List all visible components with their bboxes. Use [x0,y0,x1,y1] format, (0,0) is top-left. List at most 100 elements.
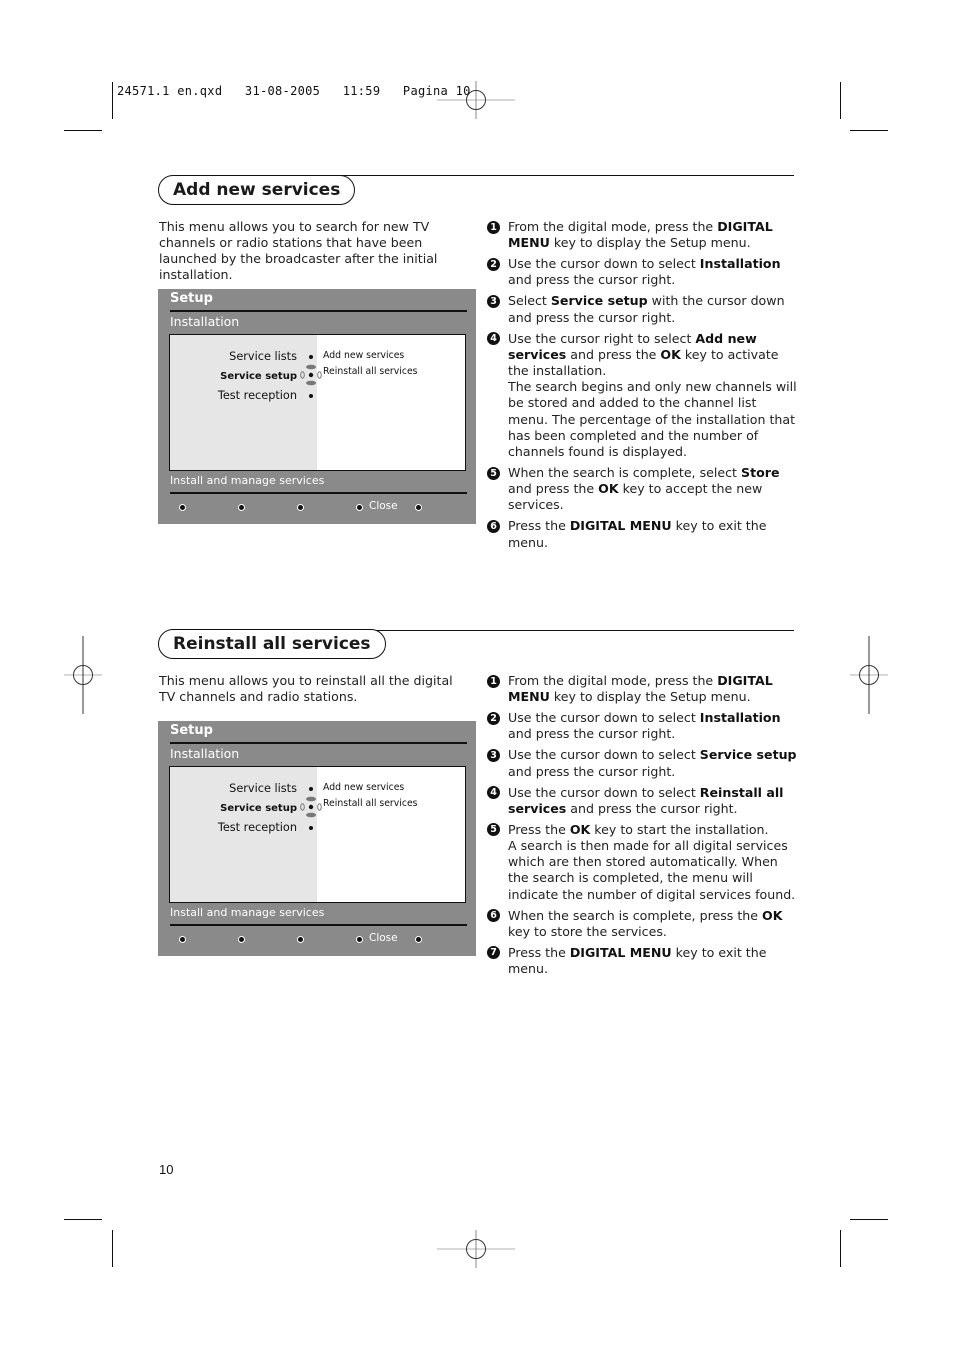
page-number: 10 [159,1162,174,1177]
menu-button-dot-icon[interactable] [238,504,245,511]
tv-setup-menu: Setup Installation Service lists Service… [158,721,476,956]
step-item: 5 Press the OK key to start the installat… [487,822,797,903]
step-item: 6 When the search is complete, press the … [487,908,797,940]
crop-mark [112,82,113,119]
step-number-icon: 5 [487,466,500,480]
menu-option-reinstall-all-services[interactable]: Reinstall all services [323,366,418,377]
menu-status-text: Install and manage services [170,474,325,487]
four-way-cursor-icon [300,364,322,386]
step-item: 3 Use the cursor down to select Service s… [487,747,797,779]
menu-option-add-new-services[interactable]: Add new services [323,782,404,793]
menu-item-test-reception[interactable]: Test reception [218,821,297,834]
menu-button-dot-icon[interactable] [179,936,186,943]
step-number-icon: 2 [487,711,500,725]
menu-title: Setup [170,723,213,738]
step-list: 1 From the digital mode, press the DIGITA… [487,673,797,982]
menu-button-dot-icon[interactable] [415,936,422,943]
menu-panel: Service lists Service setup Test recepti… [169,766,466,903]
menu-option-reinstall-all-services[interactable]: Reinstall all services [323,798,418,809]
step-number-icon: 4 [487,332,500,346]
crop-mark [840,1230,841,1267]
crop-mark [850,1219,888,1220]
section-intro: This menu allows you to search for new T… [159,219,438,282]
registration-mark-icon [437,1230,515,1268]
section-rule [374,630,794,631]
menu-item-test-reception[interactable]: Test reception [218,389,297,402]
step-text: Select Service setup with the cursor dow… [508,293,785,325]
step-text: Use the cursor down to select Installati… [508,256,781,288]
bullet-icon [309,826,313,830]
step-number-icon: 6 [487,909,500,923]
menu-divider [170,742,467,744]
step-number-icon: 4 [487,786,500,800]
step-item: 7 Press the DIGITAL MENU key to exit the … [487,945,797,977]
step-item: 2 Use the cursor down to select Installat… [487,256,797,288]
step-item: 6 Press the DIGITAL MENU key to exit the … [487,518,797,550]
menu-subtitle: Installation [170,314,240,329]
section-title: Add new services [158,175,356,205]
step-list: 1 From the digital mode, press the DIGITA… [487,219,797,556]
menu-button-dot-icon[interactable] [415,504,422,511]
menu-title: Setup [170,291,213,306]
menu-divider [170,924,467,926]
bullet-icon [309,355,313,359]
menu-button-dot-icon[interactable] [297,936,304,943]
close-button-label[interactable]: Close [369,932,398,944]
step-item: 1 From the digital mode, press the DIGITA… [487,219,797,251]
section-rule [340,175,794,176]
step-text: From the digital mode, press the DIGITAL… [508,673,773,705]
step-text: When the search is complete, select Stor… [508,465,780,513]
step-text: Use the cursor right to select Add new s… [508,330,797,460]
four-way-cursor-icon [300,796,322,818]
menu-button-dot-icon[interactable] [238,936,245,943]
step-item: 2 Use the cursor down to select Installat… [487,710,797,742]
crop-mark [112,1230,113,1267]
menu-subtitle: Installation [170,746,240,761]
crop-mark [850,130,888,131]
step-text: Press the OK key to start the installati… [508,821,796,902]
step-text: Use the cursor down to select Installati… [508,710,781,742]
menu-option-add-new-services[interactable]: Add new services [323,350,404,361]
step-item: 3 Select Service setup with the cursor do… [487,293,797,325]
step-item: 5 When the search is complete, select Sto… [487,465,797,514]
menu-item-service-setup[interactable]: Service setup [220,371,297,382]
step-text: Press the DIGITAL MENU key to exit the m… [508,944,767,977]
step-number-icon: 3 [487,294,500,308]
bullet-icon [309,787,313,791]
menu-status-text: Install and manage services [170,906,325,919]
menu-button-dot-icon[interactable] [297,504,304,511]
menu-divider [170,492,467,494]
close-button-dot-icon[interactable] [356,504,363,511]
step-item: 4 Use the cursor down to select Reinstall… [487,785,797,817]
menu-item-service-lists[interactable]: Service lists [229,782,297,795]
print-slug: 24571.1 en.qxd 31-08-2005 11:59 Pagina 1… [117,84,471,98]
crop-mark [840,82,841,119]
step-number-icon: 5 [487,823,500,837]
menu-divider [170,310,467,312]
tv-setup-menu: Setup Installation Service lists Service… [158,289,476,524]
section-title: Reinstall all services [158,629,386,659]
step-item: 1 From the digital mode, press the DIGITA… [487,673,797,705]
menu-panel: Service lists Service setup Test recepti… [169,334,466,471]
registration-mark-icon [850,636,888,714]
menu-item-service-setup[interactable]: Service setup [220,803,297,814]
step-number-icon: 7 [487,946,500,960]
step-number-icon: 2 [487,257,500,271]
registration-mark-icon [437,81,515,119]
menu-button-dot-icon[interactable] [179,504,186,511]
step-text: Use the cursor down to select Service se… [508,747,797,779]
step-number-icon: 6 [487,519,500,533]
step-item: 4 Use the cursor right to select Add new … [487,331,797,461]
close-button-dot-icon[interactable] [356,936,363,943]
section-intro: This menu allows you to reinstall all th… [159,673,453,704]
bullet-icon [309,394,313,398]
menu-item-service-lists[interactable]: Service lists [229,350,297,363]
step-text: Use the cursor down to select Reinstall … [508,784,784,816]
crop-mark [64,1219,102,1220]
step-text: From the digital mode, press the DIGITAL… [508,219,773,251]
step-number-icon: 1 [487,220,500,234]
step-number-icon: 3 [487,748,500,762]
close-button-label[interactable]: Close [369,500,398,512]
crop-mark [64,130,102,131]
step-text: Press the DIGITAL MENU key to exit the m… [508,518,767,550]
